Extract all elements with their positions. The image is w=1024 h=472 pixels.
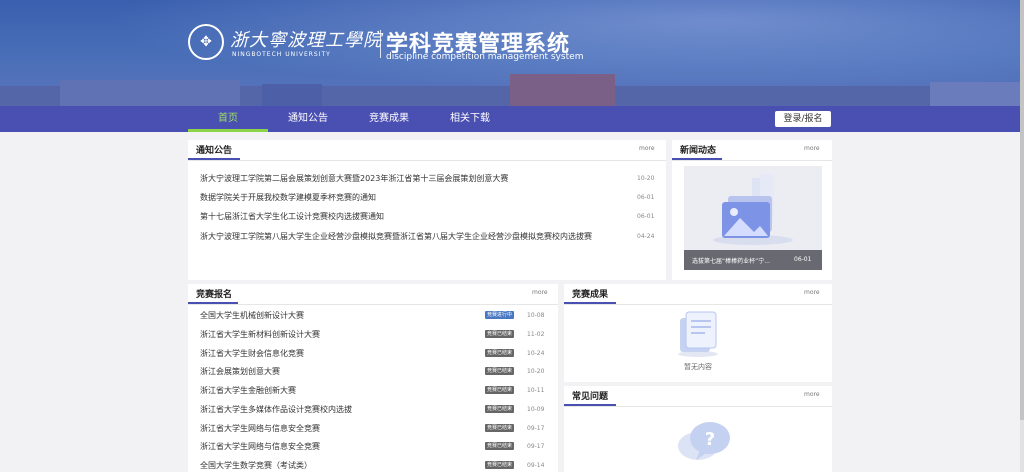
results-title: 竞赛成果 (572, 290, 609, 300)
competition-date: 10-09 (527, 406, 545, 413)
empty-state-text: 暂无内容 (684, 363, 712, 371)
image-placeholder-icon (713, 174, 793, 245)
competition-date: 10-24 (527, 350, 545, 357)
competition-date: 09-14 (527, 462, 545, 469)
main-nav: 首页 通知公告 竞赛成果 相关下载 (0, 106, 1020, 132)
competition-date: 10-11 (527, 387, 545, 394)
notice-item[interactable]: 浙大宁波理工学院第二届会展策划创意大赛暨2023年浙江省第十三届会展策划创意大赛 (200, 173, 508, 184)
competition-item[interactable]: 浙江省大学生网络与信息安全竞赛 (200, 423, 320, 434)
results-more-link[interactable]: more (804, 289, 820, 296)
notice-item[interactable]: 浙大宁波理工学院第八届大学生企业经营沙盘模拟竞赛暨浙江省第八届大学生企业经营沙盘… (200, 231, 592, 242)
competition-date: 09-17 (527, 443, 545, 450)
empty-document-icon (678, 311, 718, 357)
status-badge: 竞赛已结束 (485, 330, 515, 338)
signup-title: 竞赛报名 (196, 290, 233, 300)
news-more-link[interactable]: more (804, 145, 820, 152)
news-title: 新闻动态 (680, 146, 717, 156)
competition-item[interactable]: 浙江会展策划创意大赛 (200, 366, 280, 377)
notice-date: 10-20 (637, 175, 655, 182)
news-caption: 选拔第七届“棒棒药业杯”宁... (692, 258, 770, 265)
news-card[interactable]: 选拔第七届“棒棒药业杯”宁... 06-01 (684, 166, 822, 270)
competition-item[interactable]: 浙江省大学生网络与信息安全竞赛 (200, 441, 320, 452)
faq-more-link[interactable]: more (804, 391, 820, 398)
signup-panel: 竞赛报名 more 全国大学生机械创新设计大赛 竞赛进行中 10-08 浙江省大… (188, 284, 558, 472)
svg-text:?: ? (705, 429, 715, 450)
nav-downloads[interactable]: 相关下载 (430, 106, 510, 132)
competition-date: 11-02 (527, 331, 545, 338)
results-panel: 竞赛成果 more 暂无内容 (564, 284, 832, 382)
notice-date: 06-01 (637, 194, 655, 201)
faq-title: 常见问题 (572, 392, 609, 402)
competition-item[interactable]: 浙江省大学生多媒体作品设计竞赛校内选拔 (200, 404, 352, 415)
competition-item[interactable]: 全国大学生数学竞赛（考试类） (200, 460, 312, 471)
news-date: 06-01 (794, 256, 812, 263)
competition-date: 10-08 (527, 312, 545, 319)
notices-more-link[interactable]: more (639, 145, 655, 152)
nav-notices[interactable]: 通知公告 (268, 106, 348, 132)
competition-item[interactable]: 浙江省大学生财会信息化竞赛 (200, 348, 304, 359)
status-badge: 竞赛进行中 (485, 311, 515, 319)
notices-title: 通知公告 (196, 146, 233, 156)
news-panel: 新闻动态 more 选拔第七届“棒棒药业杯”宁... 06-01 (672, 140, 832, 280)
nav-home[interactable]: 首页 (188, 106, 268, 132)
notice-date: 04-24 (637, 233, 655, 240)
status-badge: 竞赛已结束 (485, 461, 515, 469)
signup-more-link[interactable]: more (532, 289, 548, 296)
notice-item[interactable]: 第十七届浙江省大学生化工设计竞赛校内选拔赛通知 (200, 211, 384, 222)
competition-date: 10-20 (527, 368, 545, 375)
nav-results[interactable]: 竞赛成果 (349, 106, 429, 132)
school-name-en: NINGBOTECH UNIVERSITY (232, 51, 331, 58)
notice-date: 06-01 (637, 213, 655, 220)
faq-panel: 常见问题 more ? (564, 386, 832, 472)
notice-item[interactable]: 数据学院关于开展我校数学建模夏季杯竞赛的通知 (200, 192, 376, 203)
competition-item[interactable]: 全国大学生机械创新设计大赛 (200, 310, 304, 321)
status-badge: 竞赛已结束 (485, 386, 515, 394)
status-badge: 竞赛已结束 (485, 424, 515, 432)
system-subtitle: discipline competition management system (386, 52, 584, 62)
login-button[interactable]: 登录/报名 (775, 111, 831, 127)
school-name: 浙大寧波理工學院 (230, 30, 382, 51)
status-badge: 竞赛已结束 (485, 405, 515, 413)
status-badge: 竞赛已结束 (485, 442, 515, 450)
notices-panel: 通知公告 more 浙大宁波理工学院第二届会展策划创意大赛暨2023年浙江省第十… (188, 140, 666, 280)
header-banner: ✥ 浙大寧波理工學院 NINGBOTECH UNIVERSITY 学科竞赛管理系… (0, 0, 1020, 106)
question-bubble-icon: ? (678, 422, 730, 460)
page-scrollbar-thumb[interactable] (1020, 0, 1024, 420)
status-badge: 竞赛已结束 (485, 349, 515, 357)
competition-date: 09-17 (527, 425, 545, 432)
university-logo-icon: ✥ (188, 24, 224, 60)
title-divider (380, 30, 381, 58)
competition-item[interactable]: 浙江省大学生金融创新大赛 (200, 385, 296, 396)
status-badge: 竞赛已结束 (485, 367, 515, 375)
competition-item[interactable]: 浙江省大学生新材料创新设计大赛 (200, 329, 320, 340)
